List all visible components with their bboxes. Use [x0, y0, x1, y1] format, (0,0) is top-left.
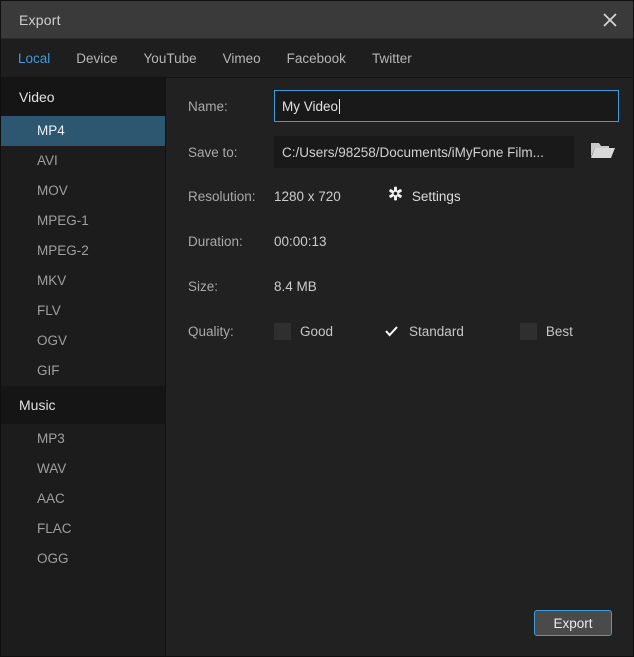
quality-label: Quality: [188, 323, 234, 339]
sidebar-item-flac[interactable]: FLAC [1, 514, 165, 544]
resolution-value: 1280 x 720 [274, 188, 341, 204]
name-label: Name: [188, 98, 228, 114]
duration-label: Duration: [188, 233, 243, 249]
tab-device[interactable]: Device [76, 39, 117, 78]
page-title: Export [19, 11, 61, 28]
close-icon [602, 12, 618, 28]
tab-twitter[interactable]: Twitter [372, 39, 412, 78]
checkbox-best[interactable] [519, 322, 537, 340]
name-input-value: My Video [282, 98, 339, 114]
sidebar-item-ogg[interactable]: OGG [1, 544, 165, 574]
tab-bar: Local Device YouTube Vimeo Facebook Twit… [1, 39, 633, 78]
sidebar-item-ogv[interactable]: OGV [1, 326, 165, 356]
sidebar-item-mp4[interactable]: MP4 [1, 116, 165, 146]
quality-label-good: Good [300, 323, 334, 339]
size-row: Size: 8.4 MB [188, 276, 619, 296]
export-settings-panel: Name: My Video Save to: C:/Users/98258/D… [166, 78, 633, 656]
sidebar-item-mp3[interactable]: MP3 [1, 424, 165, 454]
save-to-label: Save to: [188, 144, 238, 160]
tab-local[interactable]: Local [18, 39, 50, 78]
name-row: Name: My Video [188, 90, 619, 122]
gear-icon [388, 186, 403, 206]
browse-folder-button[interactable] [587, 137, 619, 167]
name-input[interactable]: My Video [274, 90, 619, 122]
size-value: 8.4 MB [274, 278, 317, 294]
settings-button[interactable]: Settings [388, 186, 461, 206]
size-label: Size: [188, 278, 219, 294]
sidebar-item-wav[interactable]: WAV [1, 454, 165, 484]
save-to-row: Save to: C:/Users/98258/Documents/iMyFon… [188, 136, 619, 168]
duration-row: Duration: 00:00:13 [188, 231, 619, 251]
quality-option-best[interactable]: Best [519, 322, 573, 340]
sidebar-item-mkv[interactable]: MKV [1, 266, 165, 296]
duration-value: 00:00:13 [274, 233, 327, 249]
checkbox-good[interactable] [274, 322, 291, 340]
resolution-row: Resolution: 1280 x 720 Settings [188, 186, 619, 206]
title-bar: Export [1, 1, 633, 39]
export-dialog: Export Local Device YouTube Vimeo Facebo… [0, 0, 634, 657]
tab-youtube[interactable]: YouTube [144, 39, 197, 78]
sidebar-item-gif[interactable]: GIF [1, 356, 165, 386]
sidebar-group-music: Music [1, 386, 165, 424]
save-to-input-value: C:/Users/98258/Documents/iMyFone Film... [282, 144, 544, 160]
tab-vimeo[interactable]: Vimeo [223, 39, 261, 78]
sidebar-item-flv[interactable]: FLV [1, 296, 165, 326]
sidebar-item-mov[interactable]: MOV [1, 176, 165, 206]
quality-label-best: Best [545, 323, 573, 339]
tab-facebook[interactable]: Facebook [287, 39, 346, 78]
quality-option-good[interactable]: Good [274, 322, 334, 340]
quality-option-standard[interactable]: Standard [383, 323, 464, 340]
sidebar-group-video: Video [1, 78, 165, 116]
sidebar-item-mpeg1[interactable]: MPEG-1 [1, 206, 165, 236]
quality-label-standard: Standard [409, 323, 464, 339]
checkbox-standard[interactable] [383, 323, 400, 340]
text-caret [339, 98, 341, 114]
sidebar-item-aac[interactable]: AAC [1, 484, 165, 514]
export-button[interactable]: Export [534, 610, 612, 636]
sidebar-item-mpeg2[interactable]: MPEG-2 [1, 236, 165, 266]
settings-label: Settings [411, 188, 461, 204]
resolution-label: Resolution: [188, 188, 256, 204]
format-sidebar: Video MP4 AVI MOV MPEG-1 MPEG-2 MKV FLV … [1, 78, 166, 656]
quality-row: Quality: Good Standard Best [188, 320, 619, 342]
folder-icon [590, 139, 616, 165]
sidebar-item-avi[interactable]: AVI [1, 146, 165, 176]
save-to-input[interactable]: C:/Users/98258/Documents/iMyFone Film... [274, 136, 574, 168]
close-button[interactable] [587, 1, 633, 39]
dialog-body: Video MP4 AVI MOV MPEG-1 MPEG-2 MKV FLV … [1, 78, 633, 656]
